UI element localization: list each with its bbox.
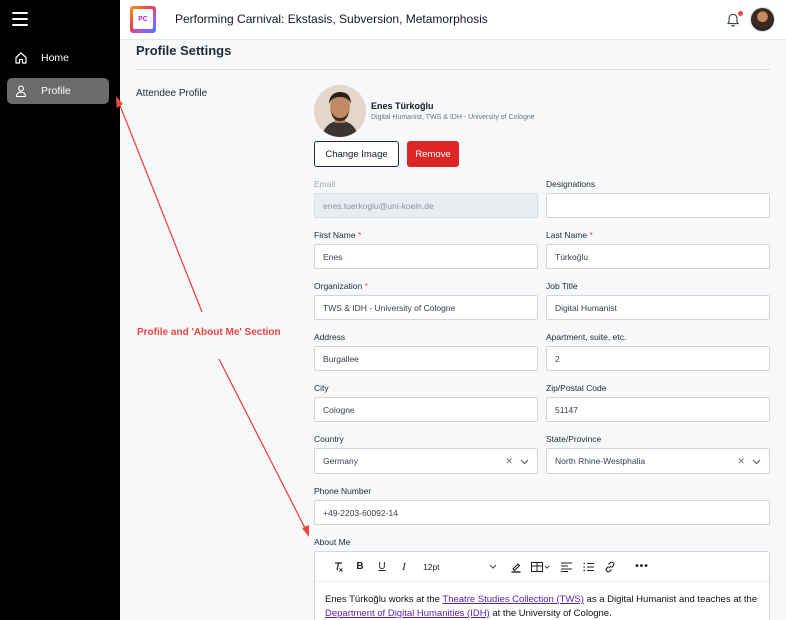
home-icon	[14, 51, 28, 65]
sidebar-item-label: Home	[41, 52, 70, 64]
table-icon[interactable]	[527, 557, 555, 577]
country-label: Country	[314, 434, 344, 444]
clear-icon[interactable]: ✕	[737, 456, 745, 467]
last-name-field[interactable]: Türkoğlu	[546, 244, 770, 269]
email-field: enes.tuerkoglu@uni-koeln.de	[314, 193, 538, 218]
apartment-field[interactable]: 2	[546, 346, 770, 371]
sidebar-item-label: Profile	[41, 85, 71, 97]
align-left-icon[interactable]	[555, 557, 577, 577]
sidebar: Home Profile	[0, 0, 120, 620]
bold-icon[interactable]: B	[349, 557, 371, 577]
section-label: Attendee Profile	[136, 88, 208, 99]
profile-role: Digital Humanist, TWS & IDH - University…	[371, 114, 535, 121]
country-select[interactable]: Germany ✕	[314, 448, 538, 474]
annotation-label: Profile and 'About Me' Section	[137, 327, 281, 338]
profile-avatar	[314, 85, 366, 137]
chevron-down-icon[interactable]	[752, 457, 761, 467]
underline-icon[interactable]: U	[371, 557, 393, 577]
state-value: North Rhine-Westphalia	[555, 456, 646, 466]
top-bar: PC Performing Carnival: Ekstasis, Subver…	[120, 0, 786, 40]
notification-dot	[738, 11, 743, 16]
zip-field[interactable]: 51147	[546, 397, 770, 422]
about-me-editor[interactable]: B U I 12pt ••• Enes Türkoğlu works at th…	[314, 551, 770, 620]
app-logo[interactable]: PC	[130, 6, 156, 33]
idh-link[interactable]: Department of Digital Humanities (IDH)	[325, 608, 490, 619]
designations-label: Designations	[546, 179, 596, 189]
italic-icon[interactable]: I	[393, 557, 415, 577]
last-name-label: Last Name *	[546, 230, 593, 240]
user-avatar[interactable]	[750, 7, 775, 32]
numbered-list-icon[interactable]	[577, 557, 599, 577]
about-me-text[interactable]: Enes Türkoğlu works at the Theatre Studi…	[315, 582, 769, 620]
app-title: Performing Carnival: Ekstasis, Subversio…	[175, 12, 488, 26]
menu-icon[interactable]	[12, 12, 28, 26]
chevron-down-icon[interactable]	[520, 457, 529, 467]
highlight-icon[interactable]	[505, 557, 527, 577]
link-icon[interactable]	[599, 557, 621, 577]
more-icon[interactable]: •••	[631, 557, 653, 577]
clear-icon[interactable]: ✕	[505, 456, 513, 467]
country-value: Germany	[323, 456, 358, 466]
first-name-label: First Name *	[314, 230, 362, 240]
zip-label: Zip/Postal Code	[546, 383, 607, 393]
clear-format-icon[interactable]	[327, 557, 349, 577]
organization-field[interactable]: TWS & IDH - University of Cologne	[314, 295, 538, 320]
state-label: State/Province	[546, 434, 602, 444]
profile-name: Enes Türkoğlu	[371, 101, 434, 111]
user-icon	[14, 84, 28, 98]
state-select[interactable]: North Rhine-Westphalia ✕	[546, 448, 770, 474]
city-label: City	[314, 383, 329, 393]
address-label: Address	[314, 332, 346, 342]
phone-label: Phone Number	[314, 486, 372, 496]
page-title: Profile Settings	[136, 43, 232, 58]
tws-link[interactable]: Theatre Studies Collection (TWS)	[442, 594, 584, 605]
job-title-field[interactable]: Digital Humanist	[546, 295, 770, 320]
organization-label: Organization *	[314, 281, 368, 291]
about-me-label: About Me	[314, 537, 351, 547]
editor-toolbar: B U I 12pt •••	[315, 552, 769, 582]
designations-field[interactable]	[546, 193, 770, 218]
apartment-label: Apartment, suite, etc.	[546, 332, 627, 342]
font-size-select[interactable]: 12pt	[419, 558, 501, 576]
change-image-button[interactable]: Change Image	[314, 141, 399, 167]
city-field[interactable]: Cologne	[314, 397, 538, 422]
sidebar-item-home[interactable]: Home	[7, 45, 109, 71]
job-title-label: Job Title	[546, 281, 578, 291]
email-label: Email	[314, 179, 336, 189]
sidebar-item-profile[interactable]: Profile	[7, 78, 109, 104]
divider	[136, 69, 770, 70]
phone-field[interactable]: +49-2203-60092-14	[314, 500, 770, 525]
remove-image-button[interactable]: Remove	[407, 141, 459, 167]
address-field[interactable]: Burgallee	[314, 346, 538, 371]
first-name-field[interactable]: Enes	[314, 244, 538, 269]
